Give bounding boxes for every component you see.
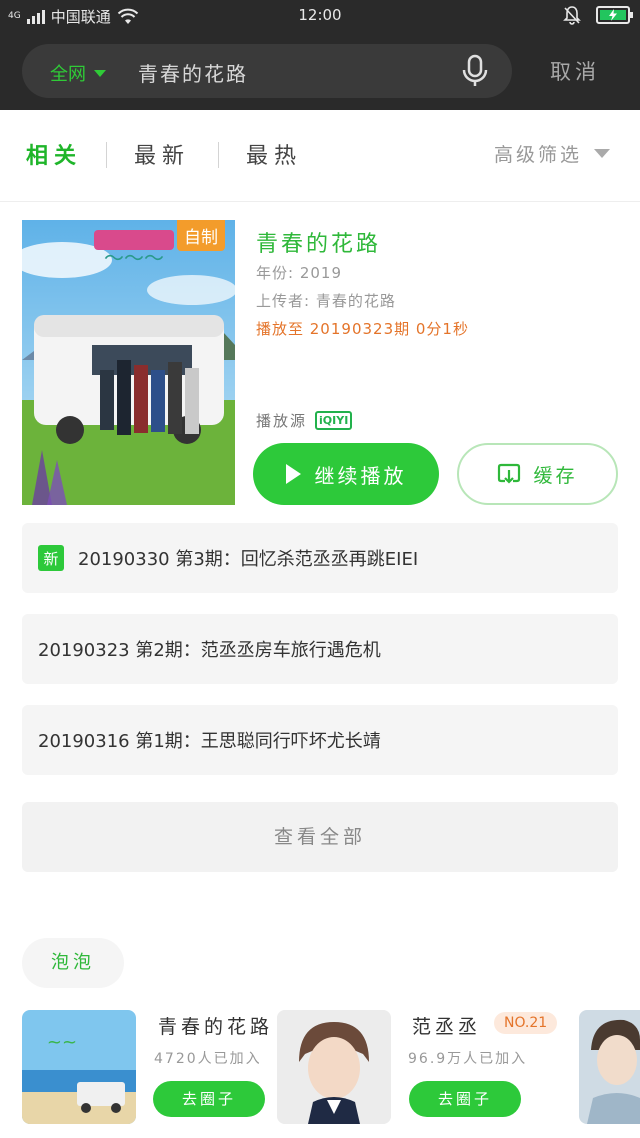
episode-title: 20190323 第2期：范丞丞房车旅行遇危机 [38,640,381,661]
watch-progress: 播放至 20190323期 0分1秒 [256,320,469,338]
cache-label: 缓存 [533,464,578,487]
show-year: 年份: 2019 [256,264,342,282]
play-source-label: 播放源 [256,412,308,430]
show-title[interactable]: 青春的花路 [256,226,381,258]
poster-image: ～～～ [22,220,235,505]
go-circle-button[interactable]: 去圈子 [409,1081,521,1117]
caret-down-icon [594,149,611,158]
play-source: 播放源 iQIYI [256,410,353,431]
rank-badge: NO.21 [494,1012,558,1034]
clock: 12:00 [298,6,342,24]
download-icon [498,463,521,484]
play-icon [285,464,301,484]
search-box[interactable]: 全网 青春的花路 [22,44,512,98]
episode-item[interactable]: 新 20190330 第3期：回忆杀范丞丞再跳EIEI [22,523,618,593]
svg-text:～～～: ～～～ [104,246,164,270]
circle-image: ~~ [22,1010,136,1124]
avatar [277,1010,391,1124]
original-badge: 自制 [177,220,225,251]
tab-divider [218,142,219,168]
cache-button[interactable]: 缓存 [457,443,618,505]
search-scope-label: 全网 [50,64,86,85]
status-right [562,5,633,25]
advanced-filter-label: 高级筛选 [494,144,583,166]
cancel-button[interactable]: 取消 [550,56,600,86]
result-tabs: 相关 最新 最热 高级筛选 [0,110,640,202]
new-badge: 新 [38,545,64,571]
tab-latest[interactable]: 最新 [134,138,190,170]
search-input[interactable]: 青春的花路 [138,58,248,87]
episode-title: 20190316 第1期：王思聪同行吓坏尤长靖 [38,731,381,752]
circle-name[interactable]: 青春的花路 [158,1012,273,1039]
caret-down-icon [94,69,106,77]
circle-member-count: 4720人已加入 [154,1051,262,1067]
search-header: 全网 青春的花路 取消 [0,32,640,110]
mute-bell-icon [563,6,581,25]
bubble-section-label[interactable]: 泡泡 [22,938,124,988]
circle-member-count: 96.9万人已加入 [408,1051,528,1067]
battery-icon [596,6,633,24]
search-scope-dropdown[interactable]: 全网 [50,60,106,86]
episode-item[interactable]: 20190323 第2期：范丞丞房车旅行遇危机 [22,614,618,684]
svg-text:~~: ~~ [47,1032,77,1053]
iqiyi-logo-icon: iQIYI [315,411,353,430]
episode-item[interactable]: 20190316 第1期：王思聪同行吓坏尤长靖 [22,705,618,775]
continue-play-button[interactable]: 继续播放 [253,443,439,505]
tab-hottest[interactable]: 最热 [246,138,302,170]
tab-divider [106,142,107,168]
advanced-filter-button[interactable]: 高级筛选 [494,140,611,167]
go-circle-button[interactable]: 去圈子 [153,1081,265,1117]
avatar [579,1010,640,1124]
episode-title: 20190330 第3期：回忆杀范丞丞再跳EIEI [78,549,419,570]
continue-play-label: 继续播放 [314,463,407,488]
show-uploader: 上传者: 青春的花路 [256,292,396,310]
tab-related[interactable]: 相关 [26,138,82,170]
circle-thumbnail[interactable] [579,1010,640,1124]
microphone-icon[interactable] [460,54,490,88]
view-all-button[interactable]: 查看全部 [22,802,618,872]
circle-name[interactable]: 范丞丞 [412,1012,481,1039]
circle-thumbnail[interactable] [277,1010,391,1124]
circle-thumbnail[interactable]: ~~ [22,1010,136,1124]
status-bar: 4G 中国联通 12:00 [0,0,640,32]
show-poster[interactable]: ～～～ 自制 [22,220,235,505]
